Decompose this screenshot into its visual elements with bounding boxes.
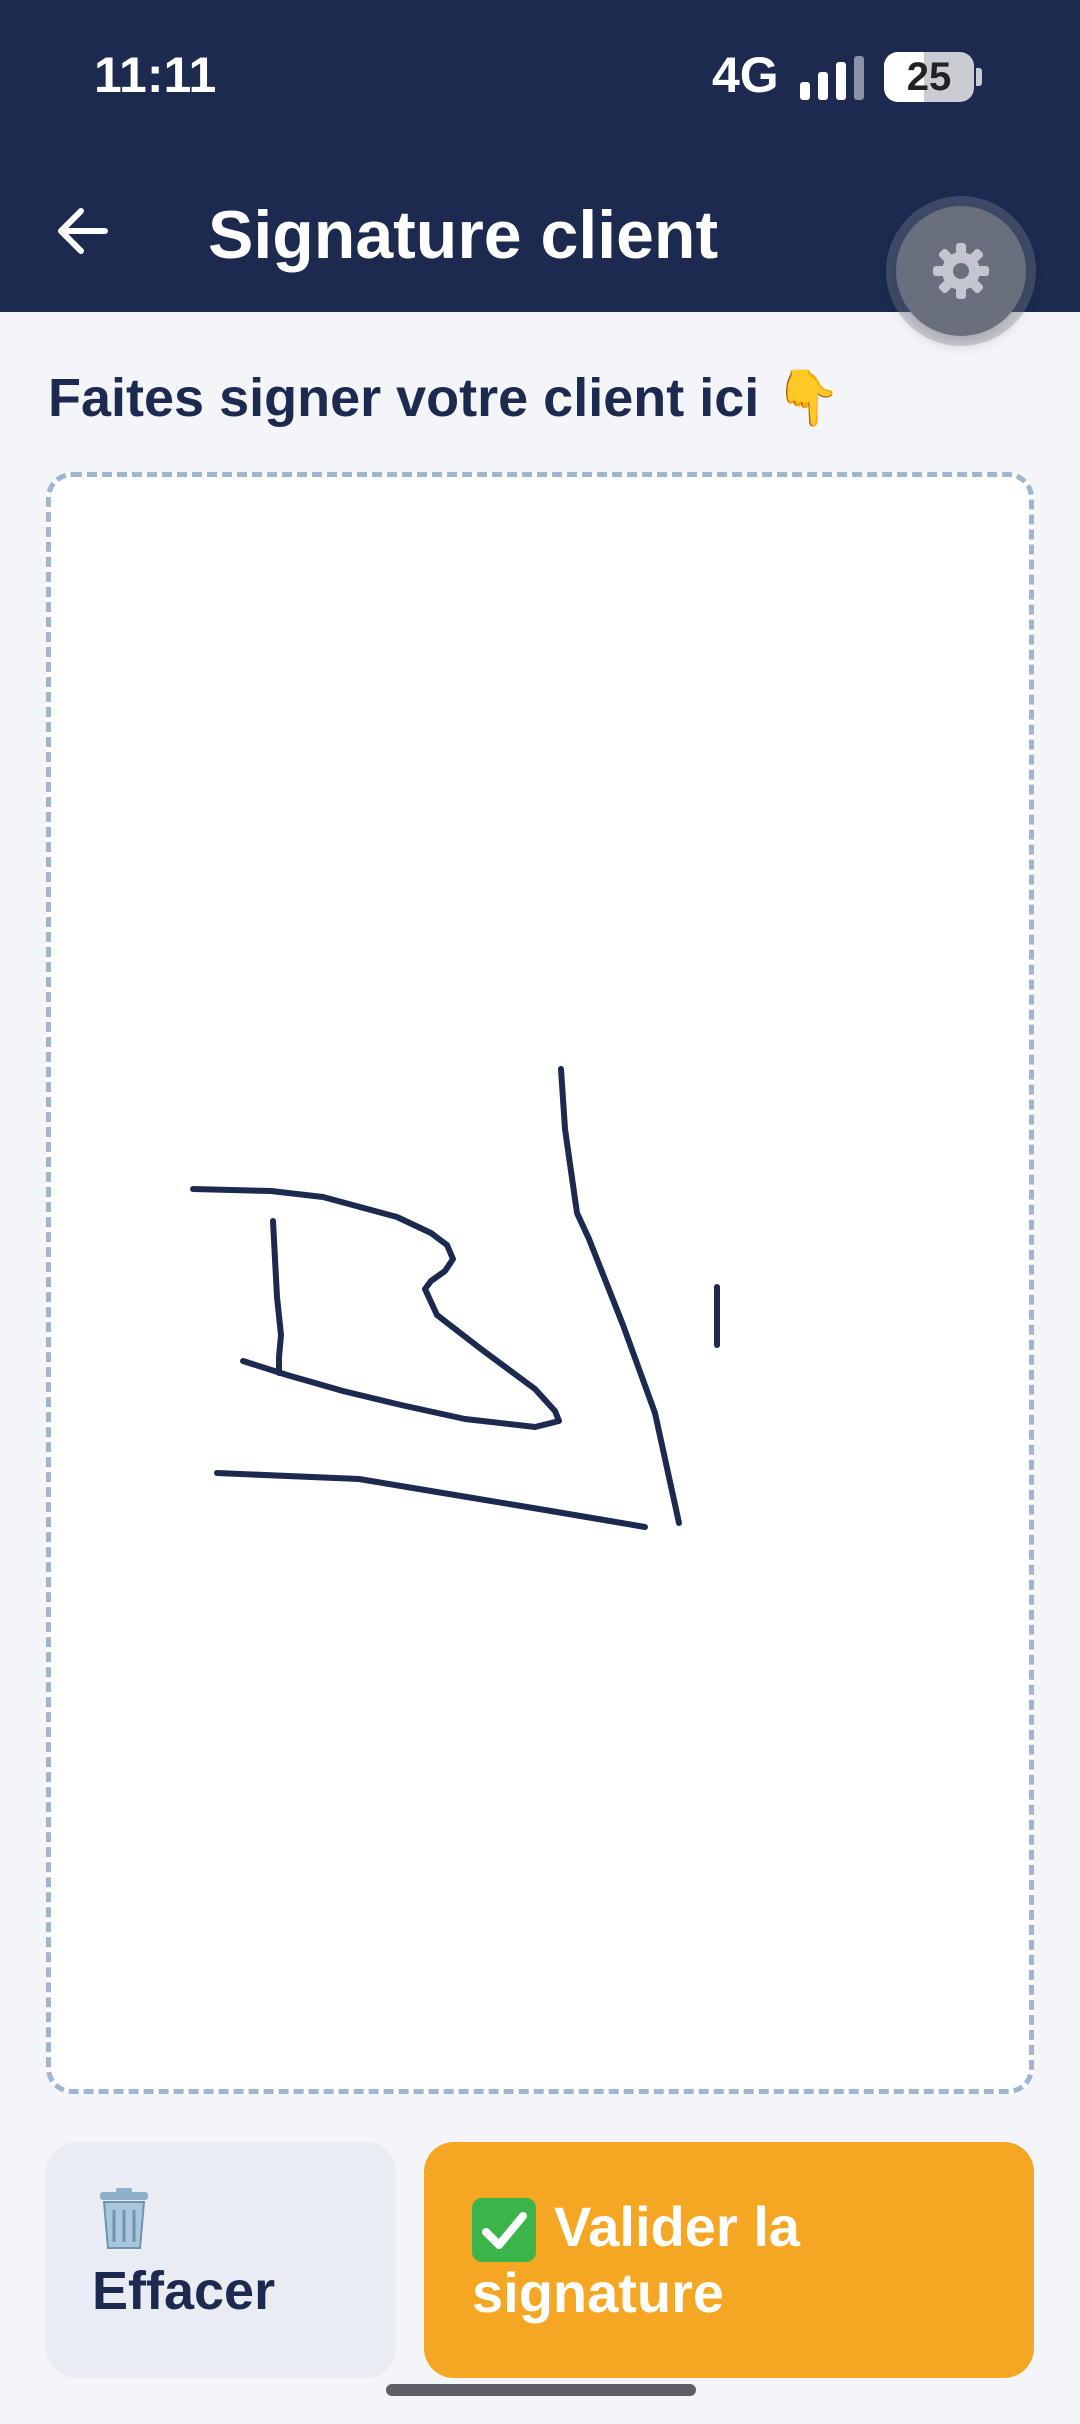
battery-icon: 25 — [884, 52, 982, 102]
status-network: 4G — [712, 47, 779, 103]
arrow-left-icon — [58, 208, 108, 254]
clear-button[interactable]: Effacer — [46, 2142, 396, 2378]
gear-icon — [933, 243, 989, 299]
signal-bars-icon — [800, 56, 866, 100]
signature-stroke — [190, 1186, 562, 1430]
page-title: Signature client — [208, 197, 719, 273]
settings-button[interactable] — [896, 206, 1026, 336]
signature-stroke — [214, 1470, 648, 1530]
instruction-text: Faites signer votre client ici 👇 — [48, 366, 842, 430]
pointing-down-emoji: 👇 — [774, 366, 842, 429]
instruction-label: Faites signer votre client ici — [48, 368, 760, 428]
status-time: 11:11 — [94, 47, 217, 103]
signature-strokes — [190, 1066, 720, 1530]
validate-signature-button[interactable]: Valider la signature — [424, 2142, 1034, 2378]
back-button[interactable] — [48, 196, 118, 266]
validate-button-label: Valider la signature — [472, 2195, 800, 2324]
clear-button-label: Effacer — [92, 2261, 276, 2321]
signature-stroke — [558, 1066, 682, 1526]
signature-pad[interactable] — [46, 472, 1034, 2094]
home-indicator[interactable] — [386, 2384, 696, 2396]
battery-level: 25 — [906, 55, 952, 99]
trash-icon — [100, 2188, 148, 2249]
signature-stroke — [270, 1218, 284, 1376]
